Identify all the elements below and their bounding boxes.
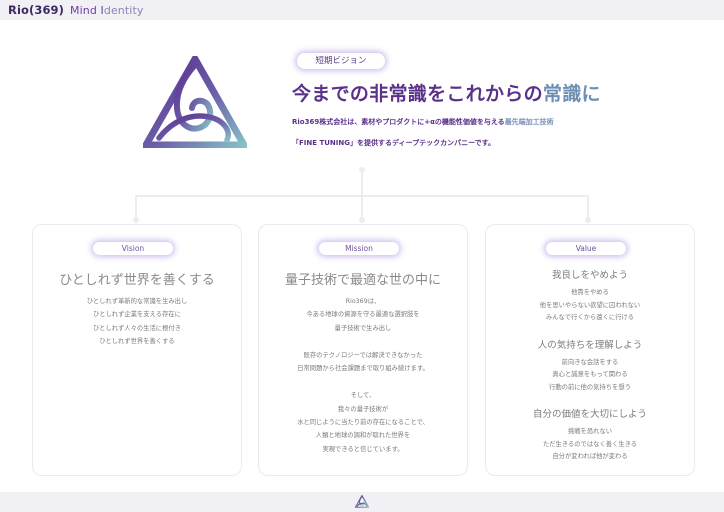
mission-card: Mission 量子技術で最適な世の中に Rio369は、 今ある地球の資源を守…: [258, 224, 468, 476]
hero-title: 今までの非常識をこれからの常識に: [292, 83, 601, 105]
connector-dot: [133, 217, 139, 223]
value-section-title: 自分の価値を大切にしよう: [532, 409, 647, 420]
rio-triangle-logo-icon: [143, 56, 247, 148]
vision-title: ひとしれず世界を善くする: [59, 273, 215, 288]
brand-name: Rio(369): [8, 3, 65, 17]
vision-card: Vision ひとしれず世界を善くする ひとしれず革新的な常識を生み出し ひとし…: [32, 224, 242, 476]
value-section-title: 人の気持ちを理解しよう: [537, 339, 643, 351]
value-body: 我良しをやめよう 他責をやめる 他を思いやらない欲望に囚われない みんなで行くか…: [486, 269, 694, 464]
vision-badge: Vision: [93, 242, 173, 255]
value-card: Value 我良しをやめよう 他責をやめる 他を思いやらない欲望に囚われない み…: [485, 224, 695, 476]
short-term-vision-badge: 短期ビジョン: [297, 53, 385, 69]
hero-description-line2: 「FINE TUNING」を提供するディープテックカンパニーです。: [292, 139, 495, 147]
top-bar: Rio(369) Mind Identity: [0, 0, 724, 20]
value-badge: Value: [546, 242, 626, 255]
vision-body: ひとしれず革新的な常識を生み出し ひとしれず企業を支える存在に ひとしれず人々の…: [86, 298, 188, 345]
mission-title: 量子技術で最適な世の中に: [284, 273, 441, 288]
value-section-body: 他責をやめる 他を思いやらない欲望に囚われない みんなで行くから遠くに行ける: [539, 289, 641, 321]
mission-badge: Mission: [319, 242, 399, 255]
value-section-title: 我良しをやめよう: [551, 270, 628, 281]
mission-body: Rio369は、 今ある地球の資源を守る最適な選択肢を 量子技術で生み出し 既存…: [297, 298, 429, 453]
brand-logo-text[interactable]: Rio(369) Mind Identity: [8, 3, 143, 17]
connector-dot: [585, 217, 591, 223]
value-section-body: 挑戦を恐れない ただ生きるのではなく善く生きる 自分が変われば他が変わる: [542, 428, 638, 460]
connector-dot: [359, 217, 365, 223]
brand-subtitle: Mind Identity: [70, 4, 144, 17]
value-section-body: 前向きな会話をする 真心と誠意をもって関わる 行動の前に他の気持ちを想う: [549, 358, 631, 391]
connector-dot: [359, 167, 365, 173]
hero-description: Rio369株式会社は、素材やプロダクトに+αの機能性価値を与える最先端加工技術: [292, 118, 554, 126]
footer-bar: [0, 492, 724, 512]
footer-triangle-logo-icon[interactable]: [355, 495, 369, 508]
